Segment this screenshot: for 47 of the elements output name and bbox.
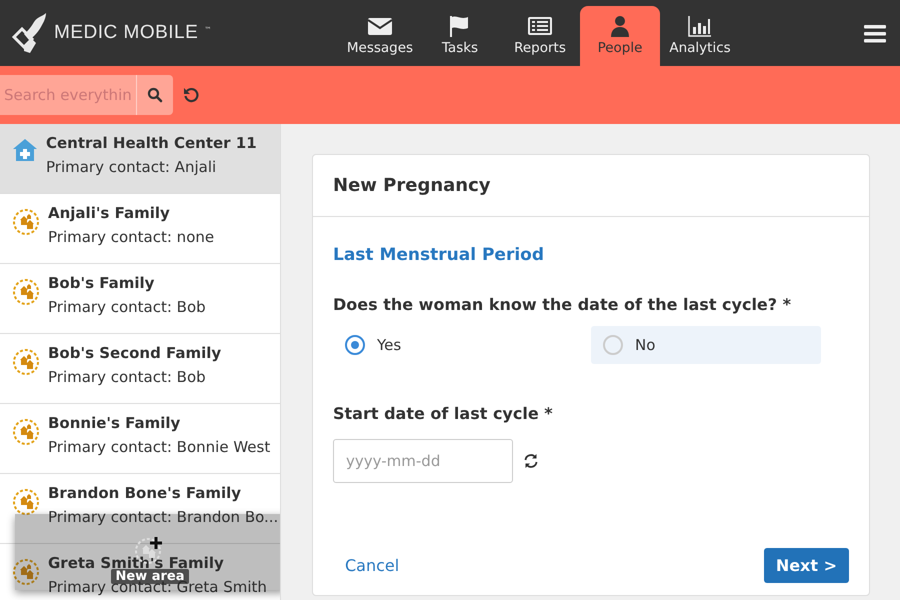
contact-name: Bob's Second Family — [48, 344, 222, 362]
toast-label: New area — [111, 569, 188, 584]
date-field[interactable]: yyyy-mm-dd — [333, 439, 513, 483]
contact-subtitle: Primary contact: Bonnie West — [48, 438, 270, 456]
contact-name: Bonnie's Family — [48, 414, 182, 432]
nav-tab[interactable]: Reports — [500, 6, 580, 66]
search-icon[interactable] — [147, 87, 163, 103]
question-label: Does the woman know the date of the last cycle? * — [333, 295, 792, 314]
winged-logo-icon — [10, 11, 48, 55]
date-label: Start date of last cycle * — [333, 404, 554, 423]
nav-tab[interactable]: Analytics — [660, 6, 740, 66]
radio-option[interactable]: Yes — [333, 326, 563, 364]
health-facility-icon — [12, 138, 38, 162]
menu-icon[interactable] — [864, 25, 886, 43]
family-icon — [12, 558, 40, 586]
contact-name: Bob's Family — [48, 274, 156, 292]
family-icon — [12, 418, 40, 446]
logo-text: MEDIC MOBILE — [54, 22, 198, 44]
contact-name: Brandon Bone's Family — [48, 484, 242, 502]
contact-subtitle: Primary contact: Anjali — [46, 158, 218, 176]
contact-subtitle: Primary contact: Bob — [48, 368, 207, 386]
contact-subtitle: Primary contact: Brandon Bo... — [48, 508, 278, 526]
contact-subtitle: Primary contact: Bob — [48, 298, 206, 316]
radio-option[interactable]: No — [591, 326, 821, 364]
envelope-icon — [367, 15, 393, 37]
next-button[interactable]: Next > — [764, 548, 849, 583]
section-heading: Last Menstrual Period — [333, 245, 546, 265]
bar-chart-icon — [687, 15, 713, 37]
family-icon — [12, 348, 40, 376]
cancel-link[interactable]: Cancel — [345, 556, 400, 575]
contact-name: Greta Smith's Family — [48, 554, 225, 572]
contact-subtitle: Primary contact: none — [48, 228, 214, 246]
refresh-icon[interactable] — [523, 453, 539, 469]
nav-tab[interactable]: Messages — [340, 6, 420, 66]
family-icon — [12, 278, 40, 306]
list-icon — [527, 15, 553, 37]
radio-icon[interactable] — [603, 335, 623, 355]
reset-icon[interactable] — [183, 87, 199, 103]
contact-name: Anjali's Family — [48, 204, 171, 222]
contact-name: Central Health Center 11 — [46, 134, 257, 152]
nav-tab[interactable]: People — [580, 6, 660, 66]
nav-tab[interactable]: Tasks — [420, 6, 500, 66]
family-icon — [12, 208, 40, 236]
family-icon — [12, 488, 40, 516]
form-title: New Pregnancy — [313, 155, 869, 217]
contact-row[interactable]: Central Health Center 11 Primary contact: Anjali — [0, 124, 280, 194]
radio-icon[interactable] — [345, 335, 365, 355]
